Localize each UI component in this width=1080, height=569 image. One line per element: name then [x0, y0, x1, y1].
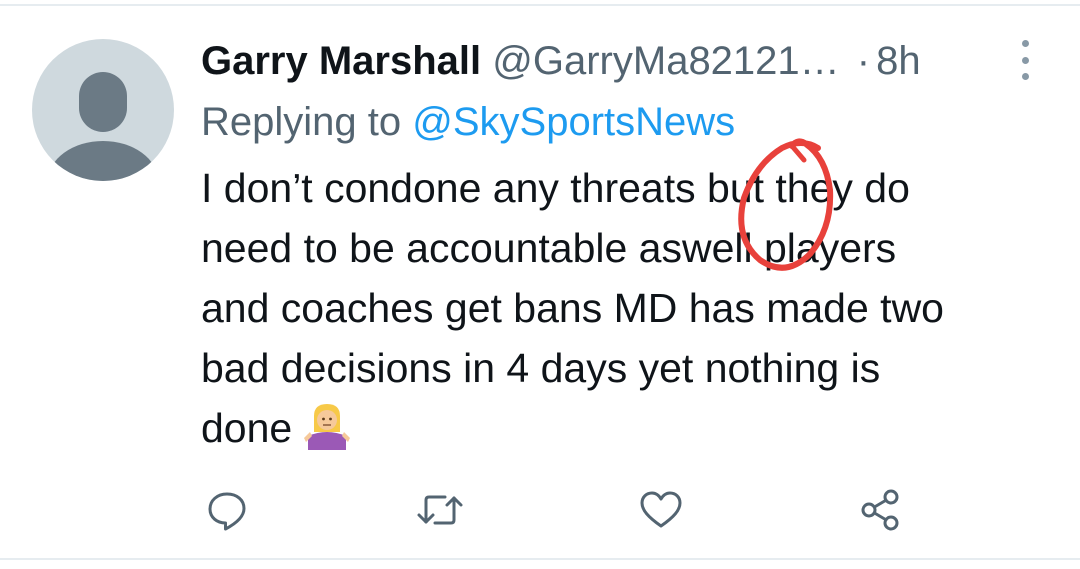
- avatar[interactable]: [32, 39, 174, 181]
- retweet-button[interactable]: [410, 480, 470, 540]
- tweet-text-line: done: [201, 405, 293, 451]
- separator-dot: ·: [856, 39, 871, 83]
- tweet-header: Garry Marshall @GarryMa82121… · 8h: [201, 36, 1001, 86]
- retweet-icon: [417, 495, 463, 525]
- replying-to: Replying to @SkySportsNews: [201, 97, 1051, 147]
- reply-button[interactable]: [197, 480, 257, 540]
- tweet-text-line: and coaches get bans MD has made two: [201, 285, 944, 331]
- replying-to-mention[interactable]: @SkySportsNews: [412, 100, 735, 144]
- timestamp[interactable]: 8h: [876, 39, 921, 83]
- tweet-text: I don’t condone any threats but they do …: [201, 158, 1061, 458]
- share-button[interactable]: [850, 480, 910, 540]
- tweet-text-line: I don’t condone any threats but they do: [201, 165, 910, 211]
- tweet-text-line: bad decisions in 4 days yet nothing is: [201, 345, 881, 391]
- tweet-actions: [0, 480, 1080, 540]
- user-handle[interactable]: @GarryMa82121…: [492, 39, 839, 83]
- tweet-text-line: need to be accountable aswell players: [201, 225, 897, 271]
- replying-to-label: Replying to: [201, 100, 402, 144]
- like-button[interactable]: [631, 480, 691, 540]
- share-icon: [861, 489, 899, 531]
- default-profile-icon: [48, 72, 158, 181]
- top-divider: [0, 4, 1080, 6]
- shrug-emoji-icon: [302, 402, 352, 466]
- display-name[interactable]: Garry Marshall: [201, 39, 481, 83]
- bottom-divider: [0, 558, 1080, 560]
- more-options-icon[interactable]: [1012, 40, 1038, 80]
- reply-icon: [208, 492, 246, 531]
- tweet-text-line-last: done: [201, 398, 1061, 458]
- like-icon: [640, 491, 682, 528]
